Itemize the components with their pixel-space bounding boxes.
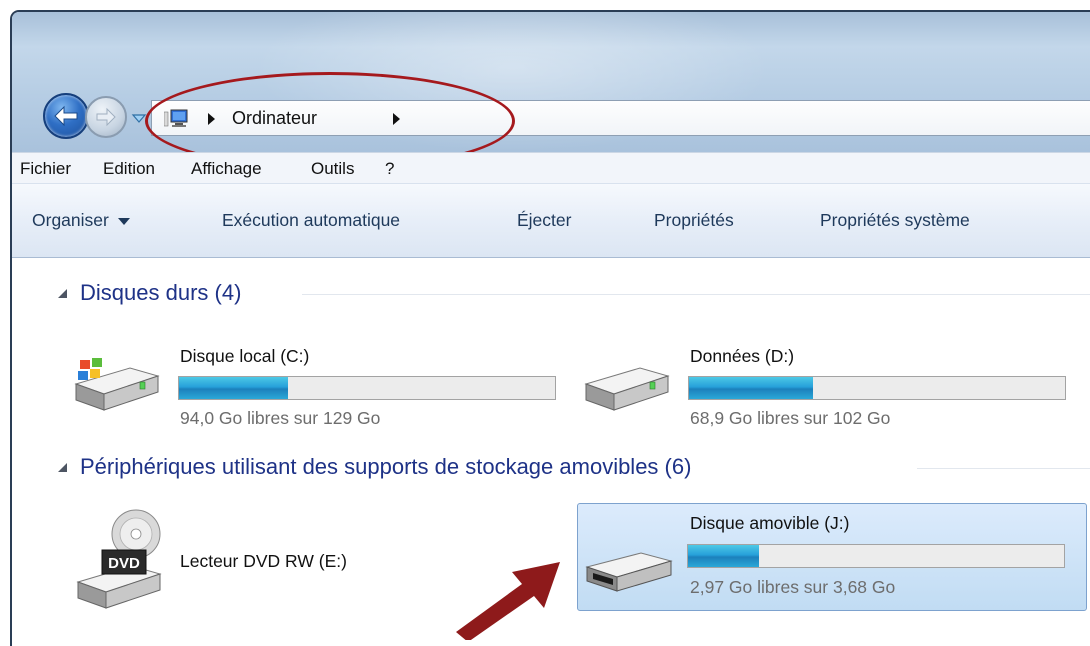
organise-button[interactable]: Organiser: [32, 210, 130, 231]
drive-name: Lecteur DVD RW (E:): [180, 551, 347, 571]
chevron-down-icon: [117, 217, 130, 225]
autoplay-button[interactable]: Exécution automatique: [222, 210, 400, 231]
removable-drive-icon: [585, 552, 673, 592]
drive-free-space: 68,9 Go libres sur 102 Go: [690, 408, 891, 428]
capacity-bar: [688, 376, 1066, 400]
windows-hard-drive-icon: [74, 358, 160, 411]
menu-outils[interactable]: Outils: [311, 159, 354, 179]
capacity-bar-fill: [689, 377, 814, 399]
hard-drive-icon: [584, 367, 670, 411]
dvd-label: DVD: [108, 555, 140, 572]
group-header-removable[interactable]: Périphériques utilisant des supports de …: [12, 454, 1090, 484]
menu-edition[interactable]: Edition: [103, 159, 155, 179]
annotation-arrow-icon: [456, 562, 560, 640]
menu-fichier[interactable]: Fichier: [20, 159, 71, 179]
drive-free-space: 94,0 Go libres sur 129 Go: [180, 408, 381, 428]
group-title: Périphériques utilisant des supports de …: [80, 454, 692, 479]
drive-c-tile[interactable]: Disque local (C:) 94,0 Go libres sur 129…: [12, 328, 556, 428]
drive-name: Disque amovible (J:): [690, 513, 850, 533]
properties-button[interactable]: Propriétés: [654, 210, 734, 231]
drive-j-tile[interactable]: Disque amovible (J:) 2,97 Go libres sur …: [577, 503, 1087, 611]
collapse-triangle-icon[interactable]: [58, 289, 67, 298]
menu-affichage[interactable]: Affichage: [191, 159, 262, 179]
organise-label: Organiser: [32, 210, 109, 230]
group-divider: [917, 468, 1090, 469]
capacity-bar: [178, 376, 556, 400]
group-title: Disques durs (4): [80, 280, 242, 305]
menu-help[interactable]: ?: [385, 159, 394, 179]
drive-name: Disque local (C:): [180, 346, 310, 366]
eject-button[interactable]: Éjecter: [517, 210, 571, 231]
drive-name: Données (D:): [690, 346, 795, 366]
forward-button[interactable]: [85, 96, 127, 138]
group-divider: [302, 294, 1090, 295]
system-properties-button[interactable]: Propriétés système: [820, 210, 970, 231]
command-bar: Organiser Exécution automatique Éjecter …: [12, 184, 1090, 258]
capacity-bar-fill: [179, 377, 289, 399]
drive-d-tile[interactable]: Données (D:) 68,9 Go libres sur 102 Go: [572, 328, 1090, 428]
forward-arrow-icon: [96, 107, 116, 127]
collapse-triangle-icon[interactable]: [58, 463, 67, 472]
capacity-bar: [687, 544, 1065, 568]
drive-free-space: 2,97 Go libres sur 3,68 Go: [690, 577, 896, 597]
dvd-drive-icon: DVD: [76, 509, 162, 609]
group-header-hard-disks[interactable]: Disques durs (4): [12, 280, 1090, 310]
back-arrow-icon: [54, 105, 78, 127]
menu-bar: Fichier Edition Affichage Outils ?: [12, 152, 1090, 184]
capacity-bar-fill: [688, 545, 760, 567]
back-button[interactable]: [43, 93, 89, 139]
